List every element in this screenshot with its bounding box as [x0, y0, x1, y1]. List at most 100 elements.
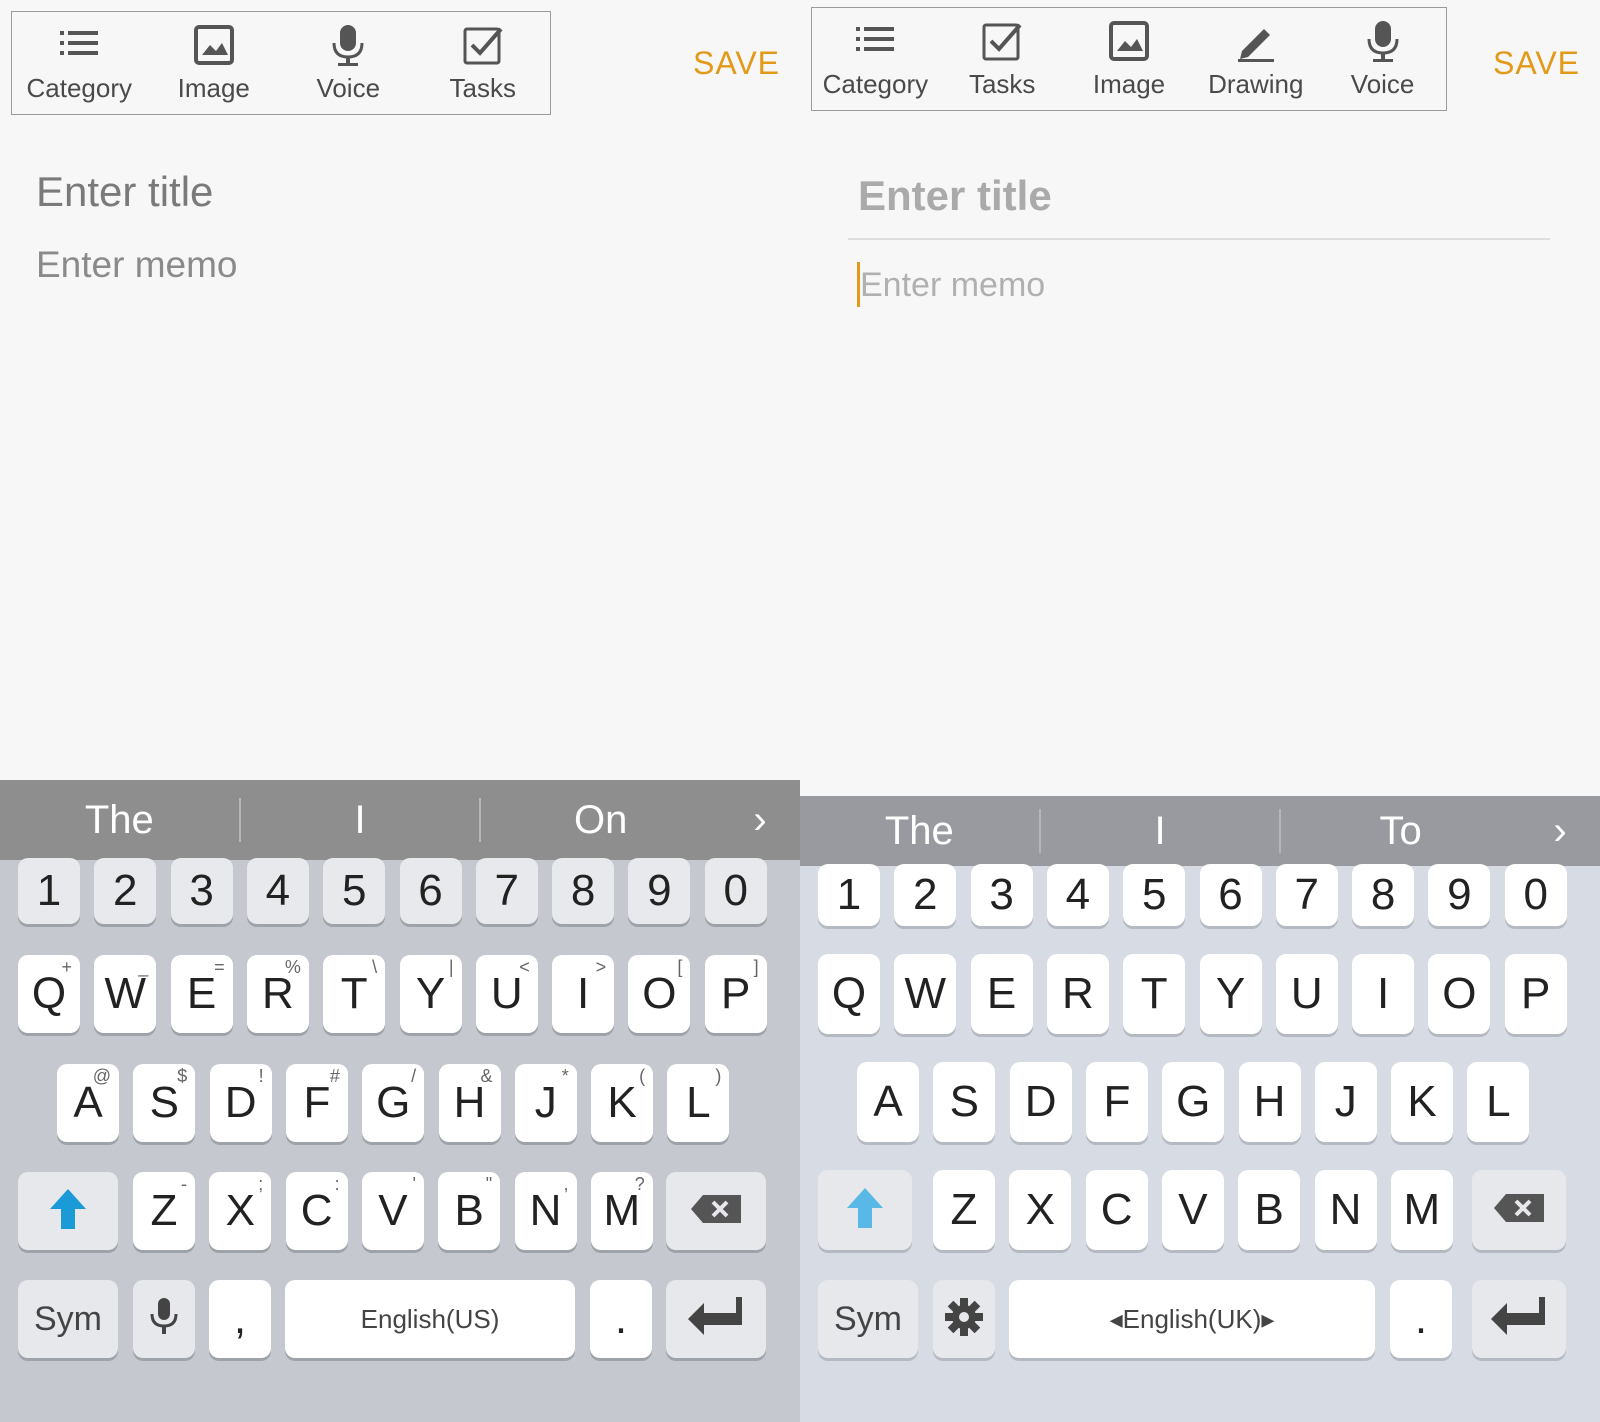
chevron-right-icon[interactable]: ›	[1520, 809, 1600, 854]
key-2[interactable]: 2	[94, 858, 157, 924]
memo-input[interactable]: Enter memo	[860, 266, 1045, 305]
tasks-button[interactable]: Tasks	[939, 8, 1066, 110]
enter-key[interactable]	[666, 1280, 766, 1358]
suggestion-3[interactable]: On	[481, 798, 720, 843]
shift-key[interactable]	[818, 1170, 912, 1250]
key-1[interactable]: 1	[818, 864, 880, 926]
key-5[interactable]: 5	[323, 858, 386, 924]
title-input[interactable]: Enter title	[858, 172, 1052, 220]
suggestion-1[interactable]: The	[0, 798, 239, 843]
key-g[interactable]: G /	[362, 1064, 425, 1142]
key-8[interactable]: 8	[1352, 864, 1415, 926]
drawing-button[interactable]: Drawing	[1192, 8, 1319, 110]
key-r[interactable]: R%	[246, 955, 309, 1033]
voice-button[interactable]: Voice	[281, 12, 416, 114]
key-x[interactable]: X;	[209, 1172, 272, 1250]
key-s[interactable]: S	[933, 1062, 996, 1142]
key-b[interactable]: B "	[438, 1172, 501, 1250]
period-key[interactable]: .	[1390, 1280, 1452, 1358]
key-0[interactable]: 0	[704, 858, 767, 924]
key-s[interactable]: S $	[133, 1064, 196, 1142]
key-n[interactable]: N	[1314, 1170, 1377, 1250]
key-p[interactable]: P	[1504, 954, 1567, 1034]
key-y[interactable]: Y	[1199, 954, 1262, 1034]
key-t[interactable]: T \	[323, 955, 386, 1033]
key-4[interactable]: 4	[246, 858, 309, 924]
key-6[interactable]: 6	[399, 858, 462, 924]
key-x[interactable]: X	[1009, 1170, 1072, 1250]
chevron-right-icon[interactable]: ›	[720, 798, 800, 843]
space-key[interactable]: English(US)	[285, 1280, 575, 1358]
key-n[interactable]: N,	[514, 1172, 577, 1250]
category-button[interactable]: Category	[12, 12, 147, 114]
key-o[interactable]: O	[1428, 954, 1491, 1034]
key-9[interactable]: 9	[628, 858, 691, 924]
space-key[interactable]: ◂ English(UK) ▸	[1009, 1280, 1375, 1358]
key-d[interactable]: D!	[209, 1064, 272, 1142]
key-w[interactable]: W _	[94, 955, 157, 1033]
key-a[interactable]: A	[857, 1062, 919, 1142]
key-a[interactable]: A @	[57, 1064, 119, 1142]
key-0[interactable]: 0	[1504, 864, 1567, 926]
key-z[interactable]: Z-	[133, 1172, 195, 1250]
key-1[interactable]: 1	[18, 858, 80, 924]
enter-key[interactable]	[1472, 1280, 1566, 1358]
key-4[interactable]: 4	[1046, 864, 1109, 926]
category-button[interactable]: Category	[812, 8, 939, 110]
key-v[interactable]: V '	[361, 1172, 424, 1250]
key-o[interactable]: O[	[628, 955, 691, 1033]
key-e[interactable]: E =	[170, 955, 233, 1033]
key-z[interactable]: Z	[933, 1170, 995, 1250]
key-q[interactable]: Q +	[18, 955, 80, 1033]
backspace-key[interactable]	[666, 1172, 766, 1250]
key-w[interactable]: W	[894, 954, 957, 1034]
key-f[interactable]: F	[1085, 1062, 1148, 1142]
key-k[interactable]: K	[1391, 1062, 1454, 1142]
key-c[interactable]: C:	[285, 1172, 348, 1250]
key-i[interactable]: I >	[552, 955, 615, 1033]
suggestion-2[interactable]: I	[241, 798, 480, 843]
key-l[interactable]: L	[1467, 1062, 1530, 1142]
key-b[interactable]: B	[1238, 1170, 1301, 1250]
save-button[interactable]: SAVE	[1493, 45, 1580, 82]
key-6[interactable]: 6	[1199, 864, 1262, 926]
key-5[interactable]: 5	[1123, 864, 1186, 926]
sym-key[interactable]: Sym	[818, 1280, 918, 1358]
key-y[interactable]: Y |	[399, 955, 462, 1033]
key-h[interactable]: H	[1238, 1062, 1301, 1142]
title-input[interactable]: Enter title	[36, 168, 213, 216]
key-3[interactable]: 3	[970, 864, 1033, 926]
sym-key[interactable]: Sym	[18, 1280, 118, 1358]
key-7[interactable]: 7	[475, 858, 538, 924]
suggestion-2[interactable]: I	[1041, 809, 1280, 854]
settings-key[interactable]	[933, 1280, 995, 1358]
image-button[interactable]: Image	[1066, 8, 1193, 110]
key-r[interactable]: R	[1046, 954, 1109, 1034]
tasks-button[interactable]: Tasks	[416, 12, 551, 114]
backspace-key[interactable]	[1472, 1170, 1566, 1250]
key-m[interactable]: M	[1390, 1170, 1453, 1250]
key-v[interactable]: V	[1161, 1170, 1224, 1250]
key-q[interactable]: Q	[818, 954, 880, 1034]
memo-input[interactable]: Enter memo	[36, 244, 238, 286]
key-8[interactable]: 8	[552, 858, 615, 924]
suggestion-3[interactable]: To	[1281, 809, 1520, 854]
key-j[interactable]: J	[1314, 1062, 1377, 1142]
period-key[interactable]: .	[590, 1280, 652, 1358]
key-d[interactable]: D	[1009, 1062, 1072, 1142]
key-2[interactable]: 2	[894, 864, 957, 926]
key-j[interactable]: J *	[514, 1064, 577, 1142]
key-u[interactable]: U <	[475, 955, 538, 1033]
key-7[interactable]: 7	[1275, 864, 1338, 926]
key-l[interactable]: L)	[667, 1064, 730, 1142]
comma-key[interactable]: ,	[209, 1280, 271, 1358]
shift-key[interactable]	[18, 1172, 118, 1250]
save-button[interactable]: SAVE	[693, 45, 780, 82]
voice-button[interactable]: Voice	[1319, 8, 1446, 110]
key-h[interactable]: H &	[438, 1064, 501, 1142]
image-button[interactable]: Image	[147, 12, 282, 114]
key-9[interactable]: 9	[1428, 864, 1491, 926]
suggestion-1[interactable]: The	[800, 809, 1039, 854]
key-c[interactable]: C	[1085, 1170, 1148, 1250]
key-p[interactable]: P]	[704, 955, 767, 1033]
